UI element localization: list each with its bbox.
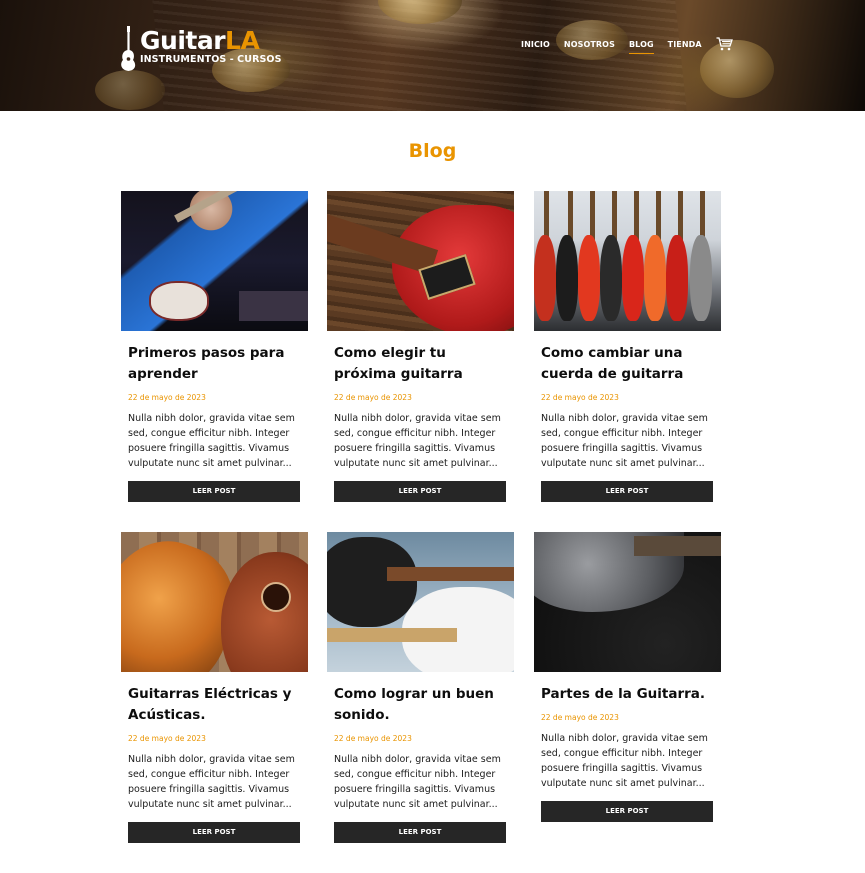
post-image[interactable]: [121, 191, 308, 331]
post-excerpt: Nulla nibh dolor, gravida vitae sem sed,…: [128, 413, 295, 469]
read-post-button[interactable]: LEER POST: [334, 822, 506, 843]
blog-card: Como elegir tu próxima guitarra 22 de ma…: [327, 191, 514, 502]
blog-card: Primeros pasos para aprender 22 de mayo …: [121, 191, 308, 502]
post-date: 22 de mayo de 2023: [541, 393, 619, 402]
nav-blog[interactable]: BLOG: [628, 40, 654, 54]
tuning-peg-image: [95, 70, 165, 110]
post-date: 22 de mayo de 2023: [334, 734, 412, 743]
site-logo[interactable]: GuitarLA INSTRUMENTOS - CURSOS: [120, 26, 282, 72]
post-image[interactable]: [327, 532, 514, 672]
post-excerpt: Nulla nibh dolor, gravida vitae sem sed,…: [334, 413, 501, 469]
read-post-button[interactable]: LEER POST: [541, 801, 713, 822]
blog-card: Como lograr un buen sonido. 22 de mayo d…: [327, 532, 514, 843]
main-nav: INICIO NOSOTROS BLOG TIENDA: [521, 37, 733, 54]
nav-inicio[interactable]: INICIO: [521, 40, 550, 54]
post-excerpt: Nulla nibh dolor, gravida vitae sem sed,…: [128, 754, 295, 810]
blog-card: Como cambiar una cuerda de guitarra 22 d…: [534, 191, 721, 502]
post-date: 22 de mayo de 2023: [128, 734, 206, 743]
post-image[interactable]: [327, 191, 514, 331]
post-title[interactable]: Como cambiar una cuerda de guitarra: [541, 343, 714, 385]
blog-card: Guitarras Eléctricas y Acústicas. 22 de …: [121, 532, 308, 843]
post-title[interactable]: Guitarras Eléctricas y Acústicas.: [128, 684, 301, 726]
nav-tienda[interactable]: TIENDA: [668, 40, 702, 54]
read-post-button[interactable]: LEER POST: [128, 822, 300, 843]
read-post-button[interactable]: LEER POST: [128, 481, 300, 502]
post-title[interactable]: Como lograr un buen sonido.: [334, 684, 507, 726]
post-excerpt: Nulla nibh dolor, gravida vitae sem sed,…: [334, 754, 501, 810]
post-title[interactable]: Partes de la Guitarra.: [541, 684, 714, 705]
read-post-button[interactable]: LEER POST: [541, 481, 713, 502]
page-title: Blog: [408, 140, 457, 162]
read-post-button[interactable]: LEER POST: [334, 481, 506, 502]
post-image[interactable]: [534, 191, 721, 331]
guitar-icon: [121, 26, 136, 71]
cart-icon[interactable]: [716, 37, 733, 51]
logo-brand-accent: LA: [225, 26, 260, 55]
post-title[interactable]: Como elegir tu próxima guitarra: [334, 343, 507, 385]
post-date: 22 de mayo de 2023: [541, 713, 619, 722]
post-date: 22 de mayo de 2023: [128, 393, 206, 402]
logo-tagline: INSTRUMENTOS - CURSOS: [140, 54, 282, 65]
site-header: GuitarLA INSTRUMENTOS - CURSOS INICIO NO…: [0, 0, 865, 111]
nav-nosotros[interactable]: NOSOTROS: [564, 40, 615, 54]
post-excerpt: Nulla nibh dolor, gravida vitae sem sed,…: [541, 733, 708, 789]
post-image[interactable]: [121, 532, 308, 672]
logo-brand-main: Guitar: [140, 26, 226, 55]
post-image[interactable]: [534, 532, 721, 672]
post-excerpt: Nulla nibh dolor, gravida vitae sem sed,…: [541, 413, 708, 469]
blog-card: Partes de la Guitarra. 22 de mayo de 202…: [534, 532, 721, 822]
post-date: 22 de mayo de 2023: [334, 393, 412, 402]
post-title[interactable]: Primeros pasos para aprender: [128, 343, 301, 385]
